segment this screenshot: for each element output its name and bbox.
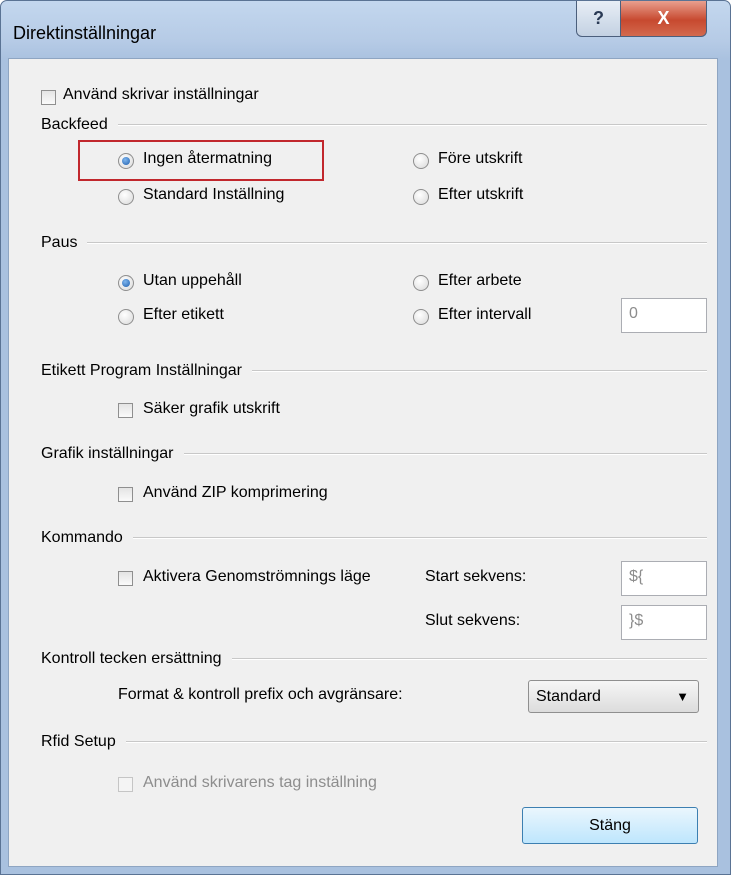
chevron-down-icon: ▼ bbox=[676, 689, 689, 704]
end-sequence-label: Slut sekvens: bbox=[425, 612, 521, 629]
format-dropdown[interactable]: Standard ▼ bbox=[528, 680, 699, 713]
pause-heading: Paus bbox=[41, 234, 78, 251]
radio-after-job[interactable] bbox=[413, 275, 429, 291]
safe-graphics-checkbox[interactable] bbox=[118, 403, 133, 418]
radio-after-label[interactable] bbox=[118, 309, 134, 325]
rfid-tag-label: Använd skrivarens tag inställning bbox=[143, 774, 377, 791]
backfeed-heading: Backfeed bbox=[41, 116, 108, 133]
radio-no-pause-label: Utan uppehåll bbox=[143, 272, 242, 289]
format-prefix-label: Format & kontroll prefix och avgränsare: bbox=[118, 686, 403, 703]
radio-before-print[interactable] bbox=[413, 153, 429, 169]
help-button[interactable]: ? bbox=[576, 1, 621, 37]
label-program-heading: Etikett Program Inställningar bbox=[41, 362, 242, 379]
start-sequence-label: Start sekvens: bbox=[425, 568, 527, 585]
radio-standard-setting-label: Standard Inställning bbox=[143, 186, 285, 203]
rfid-section-header: Rfid Setup bbox=[41, 733, 707, 751]
command-section-header: Kommando bbox=[41, 529, 707, 547]
passthrough-mode-checkbox[interactable] bbox=[118, 571, 133, 586]
close-icon: X bbox=[657, 8, 670, 28]
use-printer-settings-checkbox[interactable] bbox=[41, 90, 56, 105]
zip-compression-checkbox[interactable] bbox=[118, 487, 133, 502]
radio-after-print[interactable] bbox=[413, 189, 429, 205]
command-heading: Kommando bbox=[41, 529, 123, 546]
label-program-section-header: Etikett Program Inställningar bbox=[41, 362, 707, 380]
radio-after-label-label: Efter etikett bbox=[143, 306, 224, 323]
interval-input[interactable]: 0 bbox=[621, 298, 707, 333]
pause-section-header: Paus bbox=[41, 234, 707, 252]
backfeed-section-header: Backfeed bbox=[41, 116, 707, 134]
safe-graphics-label: Säker grafik utskrift bbox=[143, 400, 280, 417]
control-chars-section-header: Kontroll tecken ersättning bbox=[41, 650, 707, 668]
graphics-section-header: Grafik inställningar bbox=[41, 445, 707, 463]
control-chars-heading: Kontroll tecken ersättning bbox=[41, 650, 222, 667]
use-printer-settings-label: Använd skrivar inställningar bbox=[63, 86, 259, 103]
close-window-button[interactable]: X bbox=[620, 1, 707, 37]
radio-after-interval[interactable] bbox=[413, 309, 429, 325]
highlight-box bbox=[78, 140, 324, 181]
graphics-heading: Grafik inställningar bbox=[41, 445, 174, 462]
radio-after-interval-label: Efter intervall bbox=[438, 306, 532, 323]
radio-after-print-label: Efter utskrift bbox=[438, 186, 524, 203]
format-dropdown-value: Standard bbox=[536, 688, 601, 705]
zip-compression-label: Använd ZIP komprimering bbox=[143, 484, 328, 501]
radio-after-job-label: Efter arbete bbox=[438, 272, 522, 289]
close-button[interactable]: Stäng bbox=[522, 807, 698, 844]
help-icon: ? bbox=[593, 8, 604, 28]
radio-before-print-label: Före utskrift bbox=[438, 150, 523, 167]
radio-no-pause[interactable] bbox=[118, 275, 134, 291]
rfid-tag-checkbox[interactable] bbox=[118, 777, 133, 792]
window-title: Direktinställningar bbox=[13, 23, 157, 43]
end-sequence-input[interactable]: }$ bbox=[621, 605, 707, 640]
rfid-heading: Rfid Setup bbox=[41, 733, 116, 750]
passthrough-mode-label: Aktivera Genomströmnings läge bbox=[143, 568, 371, 585]
start-sequence-input[interactable]: ${ bbox=[621, 561, 707, 596]
radio-standard-setting[interactable] bbox=[118, 189, 134, 205]
